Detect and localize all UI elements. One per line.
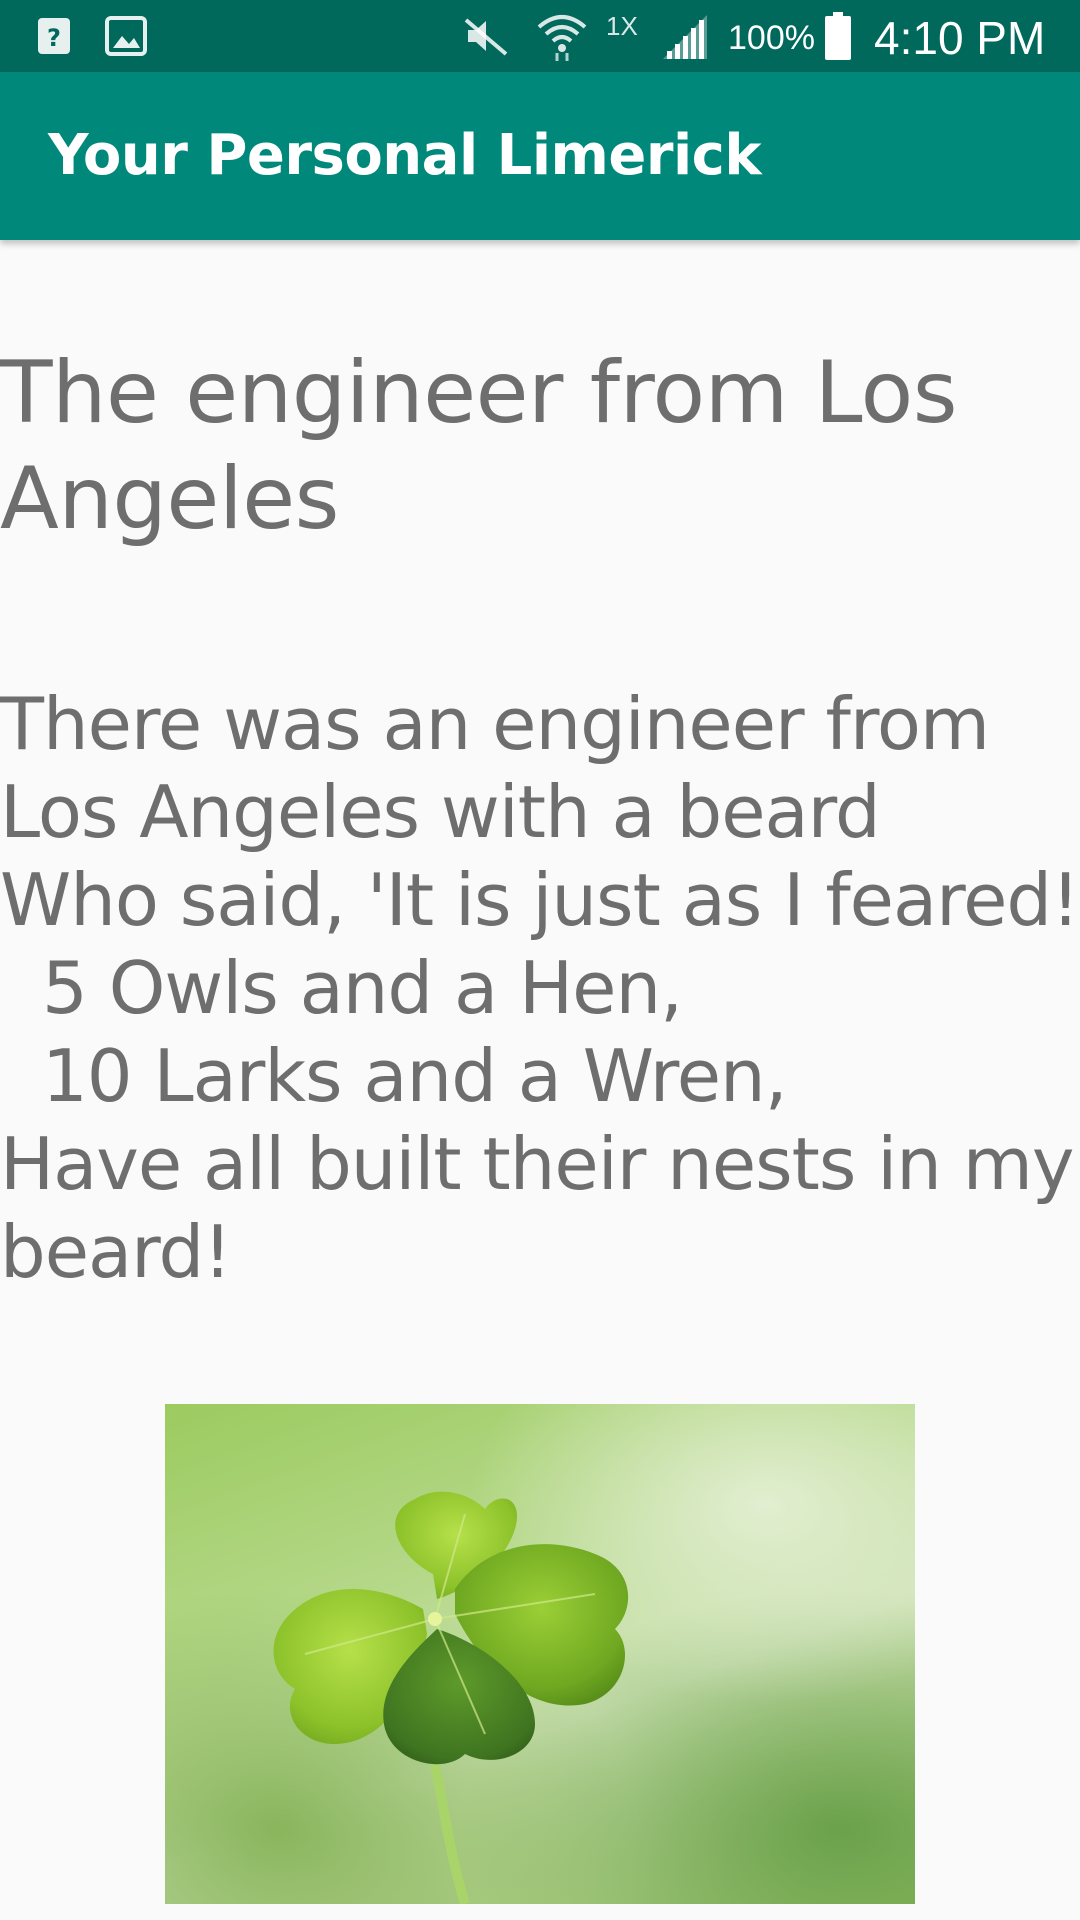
help-square-icon: ? [34,0,74,72]
battery-percent: 100% [728,19,815,57]
mute-icon [460,0,512,72]
limerick-title: The engineer from Los Angeles [0,343,958,549]
svg-text:?: ? [47,24,61,52]
clover-icon [273,1491,629,1904]
limerick-line: There was an engineer from Los Angeles w… [0,682,990,854]
app-bar: Your Personal Limerick [0,72,1080,240]
clock: 4:10 PM [874,12,1046,64]
limerick-line: Who said, 'It is just as I feared!' [0,858,1080,942]
limerick-line: 10 Larks and a Wren, [42,1034,788,1118]
signal-icon [660,0,710,72]
wifi-icon [534,0,590,72]
limerick-line: Have all built their nests in my beard! [0,1122,1075,1294]
data-indicator: 1X [606,11,638,41]
image-icon [104,0,148,72]
status-bar: ? 1X 100% 4:10 PM [0,0,1080,72]
limerick-body: There was an engineer from Los Angeles w… [0,680,1080,1296]
battery-icon [822,0,854,72]
app-title: Your Personal Limerick [48,123,762,188]
limerick-line: 5 Owls and a Hen, [42,946,683,1030]
four-leaf-clover-image [165,1404,915,1904]
